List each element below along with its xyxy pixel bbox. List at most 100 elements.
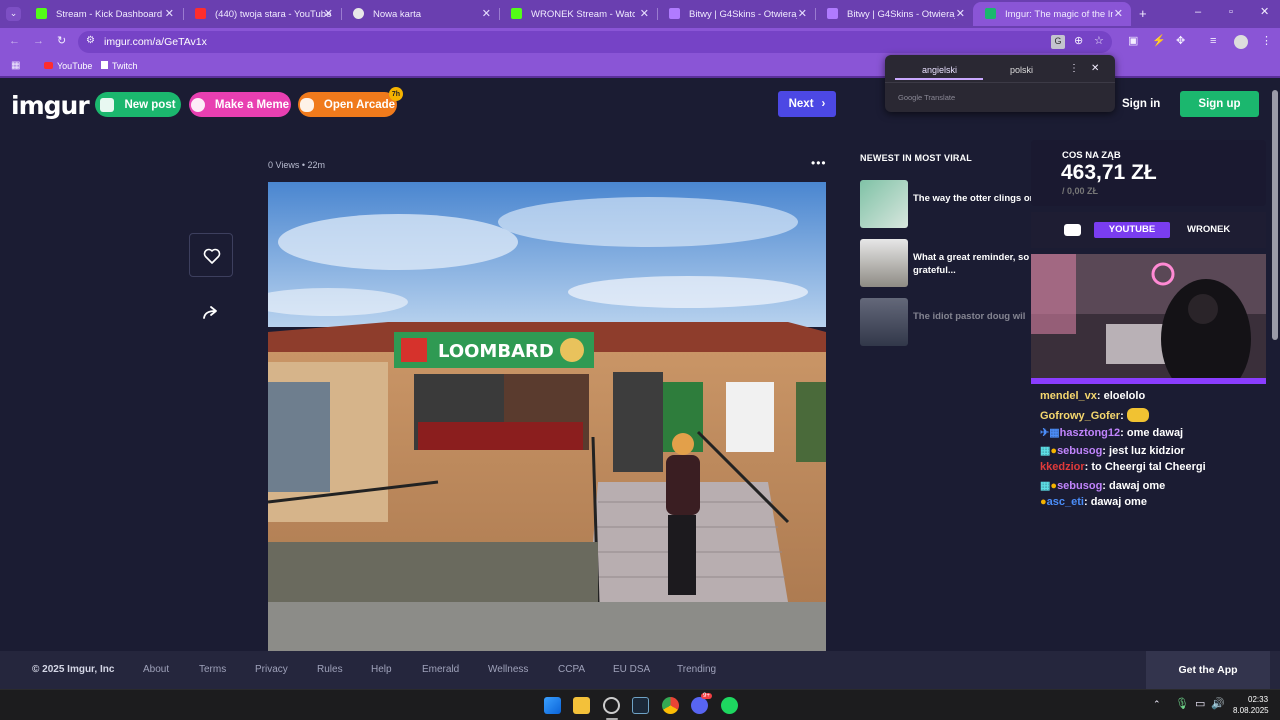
close-tab-icon[interactable]: ✕ (324, 7, 333, 20)
like-button[interactable] (189, 233, 233, 277)
file-explorer-icon[interactable] (573, 697, 590, 714)
donation-goal: COS NA ZĄB 463,71 ZŁ / 0,00 ZŁ (1031, 140, 1266, 206)
footer-link-wellness[interactable]: Wellness (488, 664, 528, 675)
imgur-logo[interactable]: imgur (11, 91, 90, 120)
sign-in-link[interactable]: Sign in (1122, 98, 1160, 110)
make-meme-button[interactable]: Make a Meme (189, 92, 291, 117)
extensions-puzzle-icon[interactable]: ✥ (1176, 36, 1185, 47)
back-icon[interactable]: ← (9, 36, 20, 47)
close-tab-icon[interactable]: ✕ (165, 7, 174, 20)
obs-icon[interactable] (603, 697, 620, 714)
footer-link-rules[interactable]: Rules (317, 664, 343, 675)
arcade-time-badge: 7h (389, 87, 403, 101)
close-window-icon[interactable]: ✕ (1260, 7, 1269, 18)
chat-text: to Cheergi tal Cheergi (1091, 461, 1206, 473)
address-bar[interactable]: ⚙ imgur.com/a/GeTAv1x G ⊕ ☆ (78, 31, 1112, 53)
steam-icon[interactable] (632, 697, 649, 714)
sign-up-label: Sign up (1198, 98, 1241, 110)
footer-link-help[interactable]: Help (371, 664, 392, 675)
clock-time[interactable]: 02:33 (1248, 695, 1268, 704)
tab-wronek-stream[interactable]: WRONEK Stream - Watch Live ✕ (499, 2, 657, 26)
translate-options-icon[interactable]: ⋮ (1069, 64, 1079, 74)
sign-up-button[interactable]: Sign up (1180, 91, 1259, 117)
footer-link-emerald[interactable]: Emerald (422, 664, 459, 675)
bookmark-twitch[interactable]: Twitch (101, 61, 138, 71)
extension-icon[interactable]: ▣ (1128, 36, 1138, 47)
page-scrollbar[interactable] (1270, 80, 1280, 651)
tab-imgur[interactable]: Imgur: The magic of the Interne ✕ (973, 2, 1131, 26)
platform-bar: YOUTUBE WRONEK (1031, 212, 1266, 248)
network-icon[interactable]: ▭ (1195, 699, 1205, 710)
footer-link-ccpa[interactable]: CCPA (558, 664, 585, 675)
open-arcade-button[interactable]: Open Arcade (298, 92, 397, 117)
stream-chat: mendel_vx: eloelolo Gofrowy_Gofer: ✈▦has… (1031, 384, 1266, 514)
footer-link-terms[interactable]: Terms (199, 664, 226, 675)
close-icon[interactable]: ✕ (1091, 64, 1099, 74)
kick-icon (36, 8, 47, 19)
footer-link-privacy[interactable]: Privacy (255, 664, 288, 675)
scrollbar-thumb[interactable] (1272, 90, 1278, 340)
bookmark-star-icon[interactable]: ☆ (1094, 36, 1104, 47)
reload-icon[interactable]: ↻ (57, 36, 66, 47)
minimize-window-icon[interactable]: – (1195, 7, 1201, 18)
forward-icon[interactable]: → (33, 36, 44, 47)
translate-tab-polish[interactable]: polski (1010, 65, 1033, 75)
goal-label: COS NA ZĄB (1062, 150, 1121, 161)
apps-grid-icon[interactable]: ▦ (11, 61, 20, 71)
new-tab-icon[interactable]: + (1139, 7, 1147, 20)
tab-kick-dashboard[interactable]: Stream - Kick Dashboard ✕ (24, 2, 182, 26)
footer-link-about[interactable]: About (143, 664, 169, 675)
translate-popup: angielski polski ⋮ ✕ Google Translate (885, 55, 1115, 112)
tab-search-icon[interactable]: ⌄ (6, 7, 21, 21)
chat-username: kkedzior (1040, 461, 1085, 473)
badge-icon: ▦ (1040, 480, 1051, 492)
tab-g4skins-2[interactable]: Bitwy | G4Skins - Otwieraj skrzy ✕ (815, 2, 973, 26)
sidebar-heading: NEWEST IN MOST VIRAL (860, 153, 972, 163)
maximize-window-icon[interactable]: ▫ (1229, 7, 1233, 18)
clock-date[interactable]: 8.08.2025 (1233, 706, 1269, 715)
discord-icon[interactable] (691, 697, 708, 714)
get-app-button[interactable]: Get the App (1146, 651, 1270, 689)
extension-icon[interactable]: ⚡ (1152, 36, 1166, 47)
share-button[interactable] (196, 300, 226, 326)
tab-new-tab[interactable]: Nowa karta ✕ (341, 2, 499, 26)
footer-link-eu-dsa[interactable]: EU DSA (613, 664, 650, 675)
site-info-icon[interactable]: ⚙ (86, 36, 95, 46)
post-title: What a great reminder, so grateful... (913, 252, 1030, 276)
profile-avatar-icon[interactable] (1234, 35, 1248, 49)
new-post-button[interactable]: New post (95, 92, 181, 117)
spotify-icon[interactable] (721, 697, 738, 714)
meme-face-icon (190, 97, 205, 112)
close-tab-icon[interactable]: ✕ (956, 7, 965, 20)
post-age: 22m (307, 160, 326, 170)
zoom-icon[interactable]: ⊕ (1074, 36, 1083, 47)
volume-icon[interactable]: 🔊 (1211, 699, 1225, 710)
reading-list-icon[interactable]: ≡ (1210, 36, 1216, 47)
post-options-icon[interactable]: ••• (811, 156, 827, 170)
plus-icon (100, 97, 115, 112)
chat-message: ●asc_eti: dawaj ome (1040, 496, 1147, 508)
tab-youtube[interactable]: (440) twoja stara - YouTube ✕ (183, 2, 341, 26)
chrome-icon[interactable] (662, 697, 679, 714)
close-tab-icon[interactable]: ✕ (482, 7, 491, 20)
close-tab-icon[interactable]: ✕ (798, 7, 807, 20)
tray-chevron-up-icon[interactable]: ⌃ (1153, 700, 1161, 709)
bookmark-youtube[interactable]: YouTube (44, 61, 92, 71)
tab-title: Bitwy | G4Skins - Otwieraj skrzy (847, 8, 955, 20)
close-tab-icon[interactable]: ✕ (640, 7, 649, 20)
bookmark-label: YouTube (57, 61, 93, 71)
next-button[interactable]: Next › (778, 91, 836, 117)
menu-kebab-icon[interactable]: ⋮ (1261, 36, 1272, 47)
microphone-icon[interactable]: 🎙 (1175, 699, 1189, 710)
footer-link-trending[interactable]: Trending (677, 664, 716, 675)
viral-post-item[interactable]: What a great reminder, so grateful... (860, 239, 1040, 287)
viral-post-item[interactable]: The way the otter clings on to the hand (860, 180, 1083, 228)
tab-g4skins-1[interactable]: Bitwy | G4Skins - Otwieraj skrzy ✕ (657, 2, 815, 26)
post-image[interactable]: LOOMBARD (268, 182, 826, 652)
close-tab-icon[interactable]: ✕ (1114, 7, 1123, 20)
translate-icon[interactable]: G (1051, 35, 1065, 49)
translate-tab-english[interactable]: angielski (922, 65, 957, 75)
gamepad-icon (299, 97, 314, 112)
windows-start-icon[interactable] (544, 697, 561, 714)
viral-post-item[interactable]: The idiot pastor doug wil (860, 298, 1040, 346)
